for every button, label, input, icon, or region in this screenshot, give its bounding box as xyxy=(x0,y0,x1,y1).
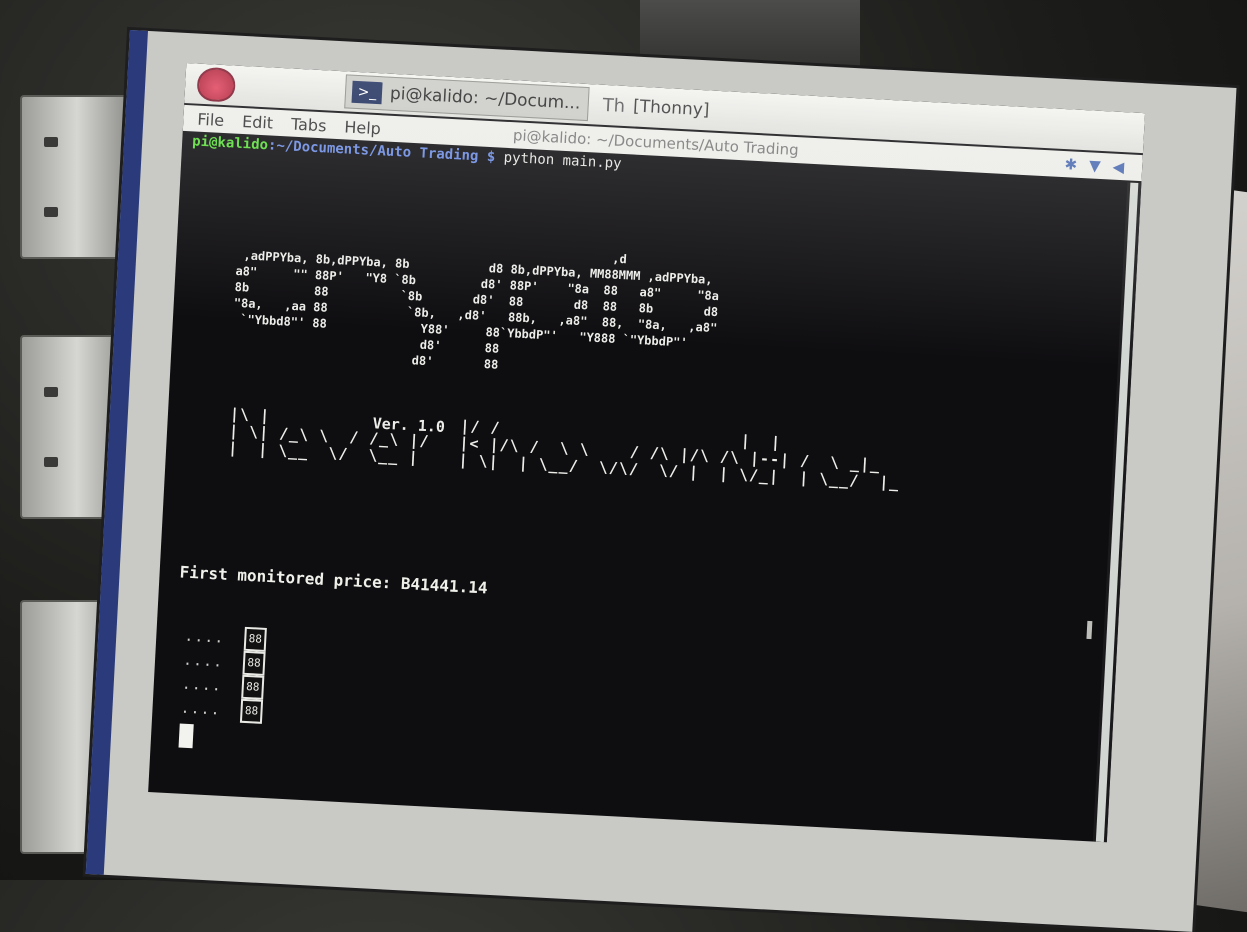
spinner-block: 88 xyxy=(241,674,265,700)
spinner-row: .... 88 xyxy=(180,696,264,724)
thonny-task-label: [Thonny] xyxy=(632,96,710,121)
neverknowsbest-ascii-banner: |\ | |/ / | | | \| /_\ \ / /_\ |/ |< |/\… xyxy=(227,404,900,492)
spinner-block: 88 xyxy=(239,698,264,724)
taskbar-thonny-task[interactable]: Th [Thonny] xyxy=(596,89,809,132)
terminal-icon: >_ xyxy=(351,80,383,105)
menu-file[interactable]: File xyxy=(197,109,225,129)
first-price-value: B41441.14 xyxy=(400,573,489,598)
system-tray: ✱ ▼ ◀ xyxy=(1064,155,1125,176)
wifi-icon[interactable]: ▼ xyxy=(1089,156,1101,175)
first-price-label: First monitored price: xyxy=(179,562,402,593)
spinner-dots: .... xyxy=(182,650,224,671)
text-cursor xyxy=(178,723,194,749)
spinner-dots: .... xyxy=(183,626,225,647)
spinner-dots: .... xyxy=(180,698,222,719)
thonny-icon: Th xyxy=(602,94,626,117)
scroll-position-marker xyxy=(1086,620,1093,640)
bluetooth-icon[interactable]: ✱ xyxy=(1064,155,1078,174)
taskbar-terminal-task[interactable]: >_ pi@kalido: ~/Docum... xyxy=(344,74,590,122)
spinner-dots: .... xyxy=(181,674,223,695)
menu-edit[interactable]: Edit xyxy=(242,112,274,133)
crypto-ascii-banner: ,d ,adPPYba, 8b,dPPYba, 8b d8 8b,dPPYba,… xyxy=(230,231,720,372)
spinner-block: 88 xyxy=(243,626,267,652)
volume-icon[interactable]: ◀ xyxy=(1112,158,1124,177)
progress-spinner: .... 88 .... 88 .... 88 .... 88 xyxy=(180,624,267,724)
first-price-line: First monitored price: B41441.14 xyxy=(179,562,489,598)
prompt-user: pi@kalido xyxy=(191,133,269,154)
raspberry-pi-menu-icon[interactable] xyxy=(196,66,237,103)
menu-help[interactable]: Help xyxy=(344,117,381,138)
menu-tabs[interactable]: Tabs xyxy=(291,114,327,135)
usb-port xyxy=(20,95,134,259)
terminal-task-label: pi@kalido: ~/Docum... xyxy=(389,83,581,114)
lcd-screen: >_ pi@kalido: ~/Docum... Th [Thonny] Fil… xyxy=(148,62,1146,843)
spinner-block: 88 xyxy=(242,650,266,676)
lcd-module: >_ pi@kalido: ~/Docum... Th [Thonny] Fil… xyxy=(85,30,1237,932)
terminal-output[interactable]: pi@kalido:~/Documents/Auto Trading $ pyt… xyxy=(148,133,1141,842)
